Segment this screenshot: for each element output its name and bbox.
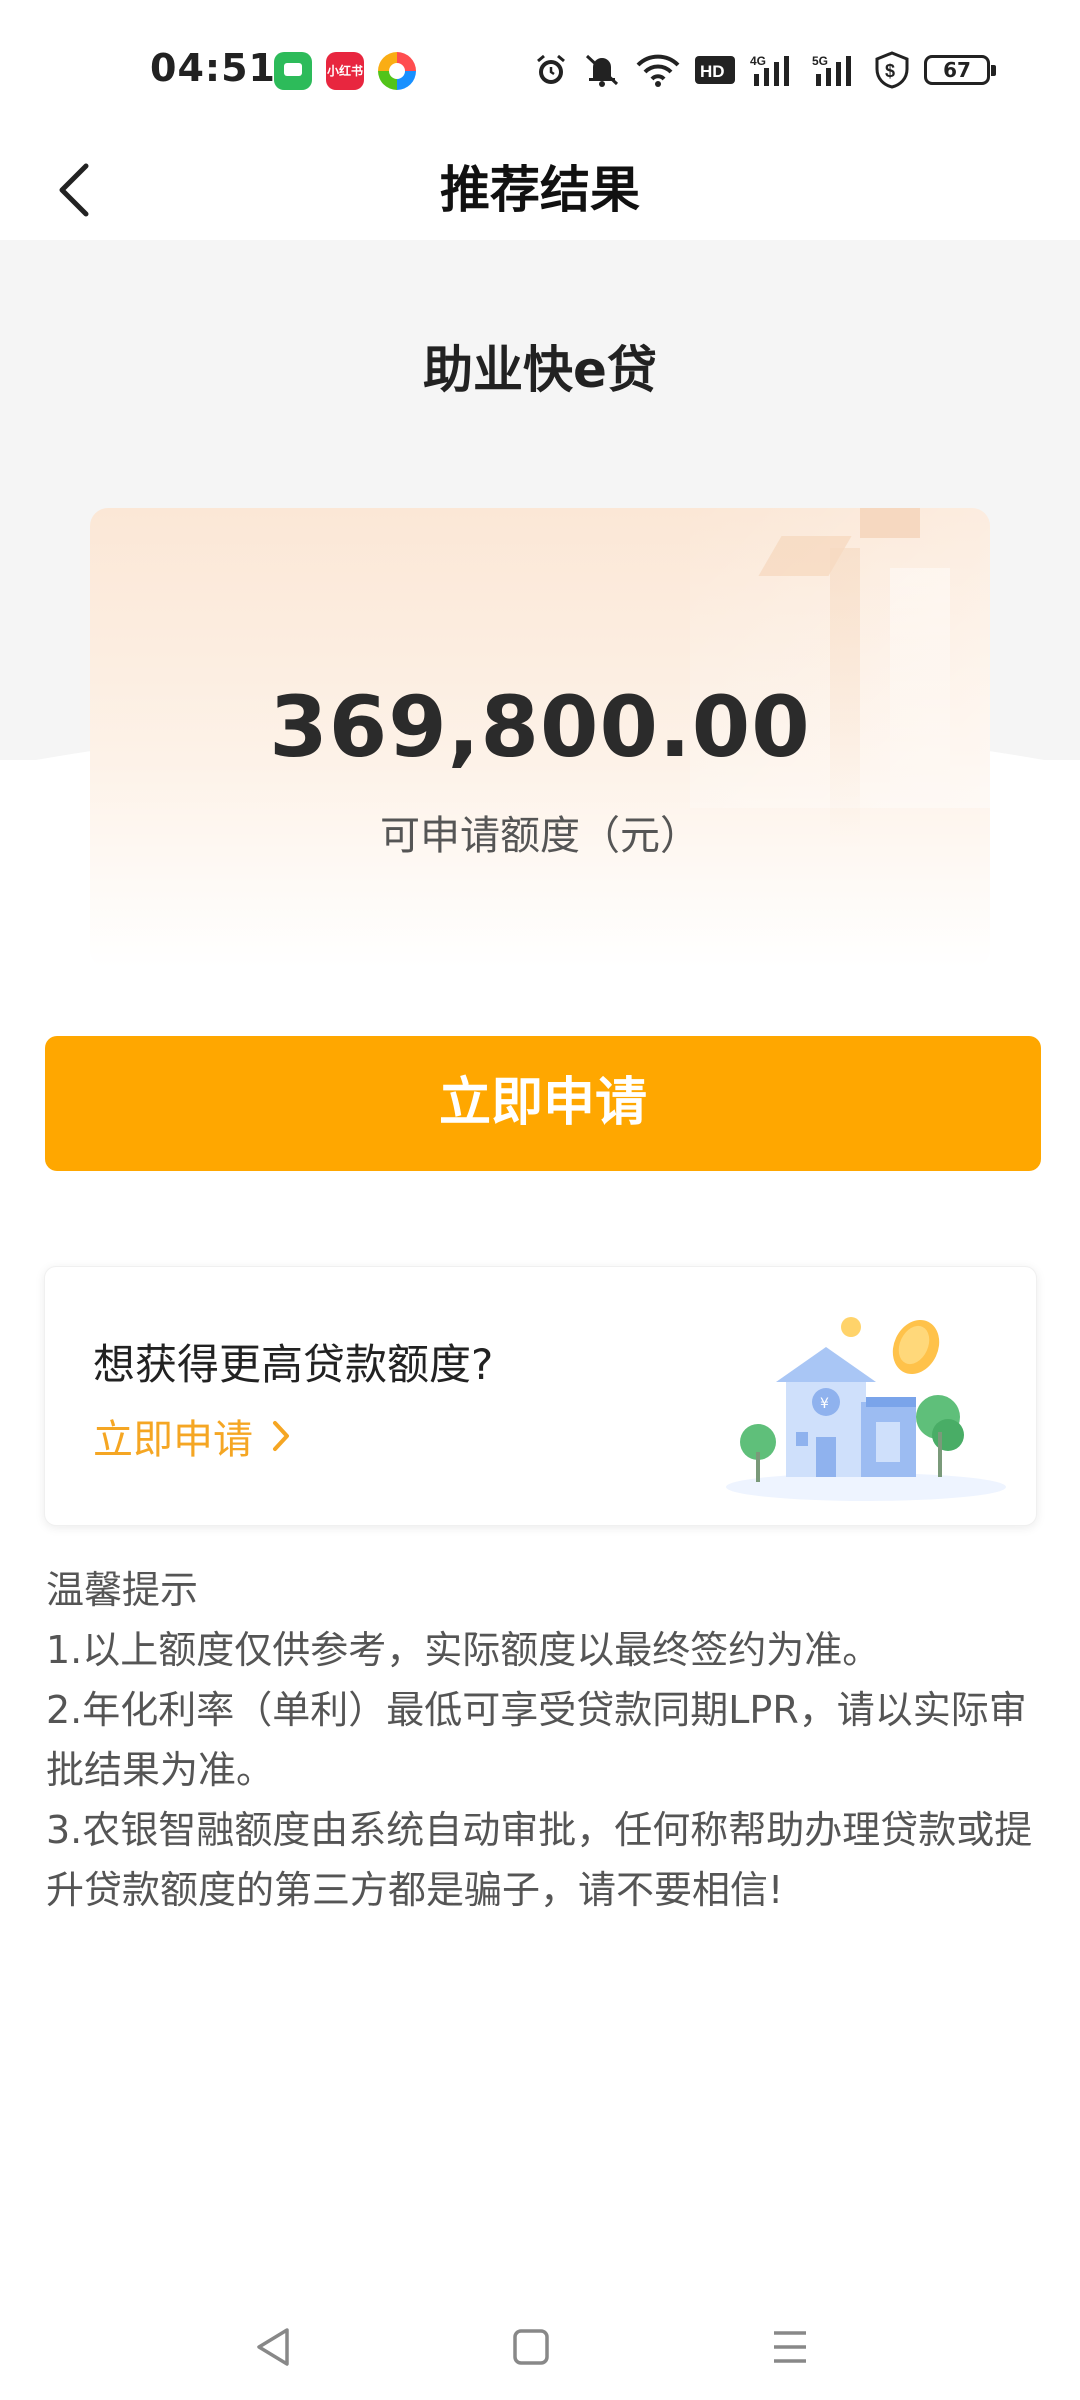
battery-icon: 67 [924,55,996,85]
amount-card: 369,800.00 可申请额度（元） [90,508,990,968]
page-title: 推荐结果 [440,161,640,219]
square-home-icon [513,2329,549,2365]
wifi-icon [636,54,680,87]
bank-building-illustration: ¥ [726,1317,1006,1501]
menu-icon [774,2331,806,2363]
signal-4g-icon: 4G [750,54,789,86]
tip-item: 3.农银智融额度由系统自动审批，任何称帮助办理贷款或提升贷款额度的第三方都是骗子… [46,1808,1033,1912]
header: 推荐结果 [0,140,1080,240]
status-bar: 04:51 小红书 HD 4G 5G $ 67 [0,0,1080,140]
tips-title: 温馨提示 [46,1568,199,1612]
tips: 温馨提示 1.以上额度仅供参考，实际额度以最终签约为准。 2.年化利率（单利）最… [46,1560,1046,1920]
swirl-app-icon [378,52,416,90]
signal-5g-icon: 5G [812,54,851,86]
triangle-back-icon [257,2328,289,2366]
nav-home-button[interactable] [496,2312,566,2382]
available-amount: 369,800.00 [269,678,811,776]
chevron-right-icon [273,1421,289,1451]
shield-dollar-icon: $ [875,51,909,89]
svg-text:4G: 4G [750,54,766,68]
alarm-icon [537,54,565,84]
tip-item: 1.以上额度仅供参考，实际额度以最终签约为准。 [46,1628,881,1672]
svg-text:$: $ [885,61,895,81]
apply-now-button[interactable]: 立即申请 [45,1036,1041,1171]
promo-title: 想获得更高贷款额度? [93,1340,494,1389]
card-decoration [860,508,920,538]
system-nav-bar [0,2290,1080,2400]
available-amount-label: 可申请额度（元） [380,813,700,859]
svg-text:¥: ¥ [820,1396,829,1412]
promo-apply-link[interactable]: 立即申请 [93,1407,291,1465]
hd-icon: HD [695,56,735,84]
page: 04:51 小红书 HD 4G 5G $ 67 推荐结果 助业快e贷 369,8… [0,0,1080,2400]
silent-icon [585,54,619,87]
messages-app-icon [274,52,312,90]
xiaohongshu-app-icon: 小红书 [326,52,364,90]
nav-back-button[interactable] [238,2312,308,2382]
product-name: 助业快e贷 [423,341,657,399]
svg-text:HD: HD [700,62,725,81]
promo-apply-label: 立即申请 [93,1417,253,1463]
svg-text:5G: 5G [812,54,828,68]
status-time: 04:51 [150,46,276,90]
tip-item: 2.年化利率（单利）最低可享受贷款同期LPR，请以实际审批结果为准。 [46,1688,1027,1792]
promo-card[interactable]: 想获得更高贷款额度? 立即申请 ¥ [44,1266,1037,1526]
status-icons: HD 4G 5G $ 67 [534,48,996,92]
nav-menu-button[interactable] [755,2312,825,2382]
